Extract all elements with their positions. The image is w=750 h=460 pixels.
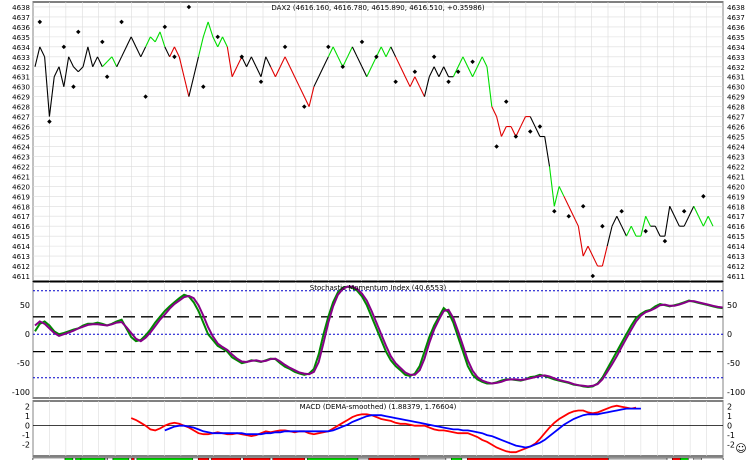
y-tick-label-right: 4617 <box>727 213 745 221</box>
y-tick-label-right: 4628 <box>727 104 745 112</box>
y-tick-label-right: 50 <box>727 301 737 310</box>
y-tick-label-left: 4620 <box>12 183 30 191</box>
y-tick-label-left: 4638 <box>12 4 30 12</box>
y-tick-label-left: 4616 <box>12 223 30 231</box>
y-tick-label-right: 4614 <box>727 243 745 251</box>
y-tick-label-left: 4637 <box>12 14 30 22</box>
smiley-icon[interactable]: ☺ <box>735 442 746 455</box>
y-tick-label-left: 4621 <box>12 173 30 181</box>
y-tick-label-left: 4635 <box>12 34 30 42</box>
y-tick-label-right: 4638 <box>727 4 745 12</box>
y-tick-label-right: 0 <box>727 330 732 339</box>
y-tick-label-left: 4618 <box>12 203 30 211</box>
y-tick-label-right: 4622 <box>727 163 745 171</box>
y-tick-label-right: 4629 <box>727 94 745 102</box>
y-tick-label-right: 4633 <box>727 54 745 62</box>
macd-panel: 2 21 10 0-1 -1-2 -2MACD (DEMA-smoothed) (1.88… <box>22 400 735 457</box>
y-tick-label-right: 4624 <box>727 143 745 151</box>
price-panel-title: DAX2 (4616.160, 4616.780, 4615.890, 4616… <box>271 4 484 12</box>
y-tick-label-left: 4632 <box>12 64 30 72</box>
y-tick-label-left: 4630 <box>12 84 30 92</box>
y-tick-label-right: 4620 <box>727 183 745 191</box>
y-tick-label-right: -1 <box>727 431 735 440</box>
y-tick-label-left: 0 <box>25 330 30 339</box>
y-tick-label-left: 4625 <box>12 134 30 142</box>
y-tick-label-left: 4636 <box>12 24 30 32</box>
price-panel: 4611 4611 4612 4612 4613 4613 4614 4614 4615 4615… <box>12 1 745 282</box>
y-tick-label-right: 4619 <box>727 193 745 201</box>
chart-canvas: 4611 4611 4612 4612 4613 4613 4614 4614 4615 4615… <box>12 1 747 460</box>
y-tick-label-right: 4613 <box>727 253 745 261</box>
y-tick-label-right: 0 <box>727 422 732 431</box>
y-tick-label-left: -50 <box>17 359 30 368</box>
y-tick-label-right: 4637 <box>727 14 745 22</box>
y-tick-label-left: 2 <box>25 403 30 412</box>
y-tick-label-left: 4631 <box>12 74 30 82</box>
y-tick-label-right: 4616 <box>727 223 745 231</box>
y-tick-label-left: 4627 <box>12 114 30 122</box>
y-tick-label-left: -100 <box>12 388 30 397</box>
y-tick-label-left: 4619 <box>12 193 30 201</box>
y-tick-label-right: 4626 <box>727 124 745 132</box>
y-tick-label-right: -2 <box>727 441 735 450</box>
y-tick-label-right: 4627 <box>727 114 745 122</box>
y-tick-label-right: -50 <box>727 359 740 368</box>
y-tick-label-left: 4624 <box>12 143 30 151</box>
stoch-panel-title: Stochastic Momentum Index (40.6553) <box>310 284 447 292</box>
y-tick-label-right: 4630 <box>727 84 745 92</box>
y-tick-label-left: 4622 <box>12 163 30 171</box>
y-tick-label-right: 4636 <box>727 24 745 32</box>
y-tick-label-left: 4614 <box>12 243 30 251</box>
y-tick-label-left: 4629 <box>12 94 30 102</box>
y-tick-label-left: 4628 <box>12 104 30 112</box>
y-tick-label-left: 4617 <box>12 213 30 221</box>
y-tick-label-right: 4632 <box>727 64 745 72</box>
y-tick-label-right: 4612 <box>727 263 745 271</box>
y-tick-label-left: 4623 <box>12 153 30 161</box>
y-tick-label-left: 4615 <box>12 233 30 241</box>
y-tick-label-left: -1 <box>22 431 30 440</box>
y-tick-label-right: 1 <box>727 412 732 421</box>
y-tick-label-right: 4623 <box>727 153 745 161</box>
y-tick-label-left: -2 <box>22 441 30 450</box>
y-tick-label-right: 4634 <box>727 44 745 52</box>
y-tick-label-left: 4611 <box>12 273 30 281</box>
y-tick-label-left: 0 <box>25 422 30 431</box>
macd-panel-title: MACD (DEMA-smoothed) (1.88379, 1.76604) <box>300 403 457 411</box>
y-tick-label-left: 1 <box>25 412 30 421</box>
y-tick-label-left: 4633 <box>12 54 30 62</box>
y-tick-label-right: 4615 <box>727 233 745 241</box>
y-tick-label-right: 4611 <box>727 273 745 281</box>
y-tick-label-right: 4625 <box>727 134 745 142</box>
y-tick-label-left: 4626 <box>12 124 30 132</box>
y-tick-label-right: 4635 <box>727 34 745 42</box>
y-tick-label-left: 4634 <box>12 44 30 52</box>
y-tick-label-left: 4613 <box>12 253 30 261</box>
y-tick-label-right: 2 <box>727 403 732 412</box>
y-tick-label-right: -100 <box>727 388 745 397</box>
stochastic-panel: 50 50 0 0 -50 -50 -100 -100 Stochastic Momentum … <box>12 281 745 399</box>
y-tick-label-right: 4631 <box>727 74 745 82</box>
y-tick-label-left: 4612 <box>12 263 30 271</box>
y-tick-label-right: 4621 <box>727 173 745 181</box>
y-tick-label-right: 4618 <box>727 203 745 211</box>
y-tick-label-left: 50 <box>20 301 30 310</box>
